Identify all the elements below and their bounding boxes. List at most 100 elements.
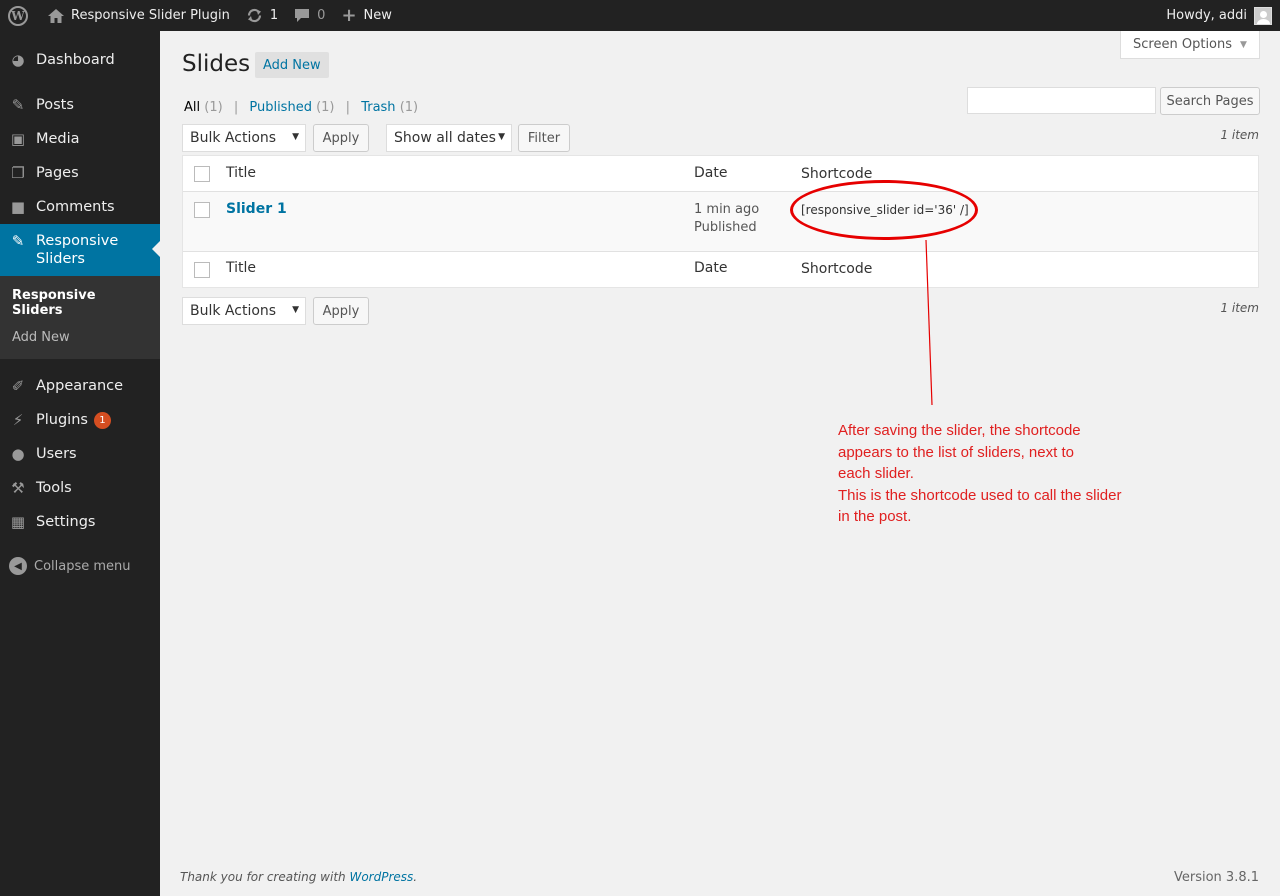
- filter-published-count: (1): [316, 100, 335, 115]
- slide-date: 1 min ago Published: [694, 201, 759, 237]
- filter-all-count: (1): [204, 100, 223, 115]
- plugins-update-badge: 1: [93, 411, 111, 429]
- filter-button[interactable]: Filter: [518, 124, 570, 152]
- updates-menu[interactable]: 1: [238, 0, 286, 31]
- plus-icon: +: [341, 5, 357, 26]
- new-content-menu[interactable]: + New: [333, 0, 399, 31]
- footer-thanks-text: Thank you for creating with: [180, 870, 350, 884]
- wp-logo-menu[interactable]: W: [0, 0, 40, 31]
- sidebar-item-label: Responsive Sliders: [36, 233, 119, 267]
- admin-sidebar: ◕ Dashboard ✎ Posts ▣ Media ❐ Pages ■ Co…: [0, 31, 160, 896]
- column-footer-date[interactable]: Date: [694, 260, 727, 276]
- users-icon: ●: [11, 445, 25, 463]
- annotation-ellipse: [790, 180, 978, 240]
- sidebar-item-label: Appearance: [36, 378, 124, 394]
- screen-options-label: Screen Options: [1133, 37, 1233, 52]
- collapse-menu-button[interactable]: ◀ Collapse menu: [0, 549, 160, 583]
- sidebar-item-label: Posts: [36, 97, 74, 113]
- sidebar-submenu: Responsive Sliders Add New: [0, 276, 160, 359]
- column-header-date[interactable]: Date: [694, 165, 727, 181]
- footer-wordpress-link[interactable]: WordPress: [349, 870, 413, 884]
- sidebar-item-tools[interactable]: ⚒ Tools: [0, 471, 160, 505]
- annotation-text: After saving the slider, the shortcode a…: [838, 422, 1122, 525]
- collapse-menu-label: Collapse menu: [34, 558, 131, 574]
- collapse-arrow-icon: ◀: [9, 557, 27, 575]
- sidebar-item-label: Pages: [36, 165, 79, 181]
- sidebar-item-responsive-sliders[interactable]: ✎ Responsive Sliders: [0, 224, 160, 276]
- apply-button-top[interactable]: Apply: [313, 124, 369, 152]
- comment-icon: ■: [10, 198, 26, 216]
- select-all-checkbox-footer[interactable]: [194, 262, 210, 278]
- howdy-label: Howdy, addi: [1166, 8, 1247, 23]
- column-header-title[interactable]: Title: [226, 165, 256, 181]
- sidebar-item-label: Settings: [36, 514, 96, 530]
- bulk-actions-value: Bulk Actions: [190, 130, 277, 146]
- filter-published-link[interactable]: Published: [249, 100, 312, 115]
- items-count-top: 1 item: [1220, 128, 1259, 142]
- footer-version: Version 3.8.1: [1173, 870, 1259, 885]
- dropdown-arrow-icon: ▼: [292, 305, 299, 315]
- filter-all-link[interactable]: All: [184, 100, 200, 115]
- footer-thanks: Thank you for creating with WordPress.: [180, 870, 417, 884]
- home-icon: [48, 8, 64, 23]
- items-count-bottom: 1 item: [1220, 301, 1259, 315]
- sidebar-item-label: Media: [36, 131, 80, 147]
- sidebar-item-dashboard[interactable]: ◕ Dashboard: [0, 43, 160, 77]
- column-footer-shortcode: Shortcode: [801, 261, 873, 277]
- comments-menu[interactable]: 0: [286, 0, 333, 31]
- sidebar-item-plugins[interactable]: ⚡ Plugins 1: [0, 403, 160, 437]
- select-all-checkbox[interactable]: [194, 166, 210, 182]
- comments-count: 0: [317, 8, 326, 23]
- sidebar-item-settings[interactable]: ▦ Settings: [0, 505, 160, 539]
- column-footer-title[interactable]: Title: [226, 260, 256, 276]
- media-icon: ▣: [10, 130, 26, 148]
- plugin-icon: ⚡: [12, 411, 24, 429]
- filter-trash-link[interactable]: Trash: [361, 100, 395, 115]
- search-input[interactable]: [967, 87, 1156, 114]
- row-checkbox[interactable]: [194, 202, 210, 218]
- site-name: Responsive Slider Plugin: [71, 8, 230, 23]
- apply-button-bottom[interactable]: Apply: [313, 297, 369, 325]
- bulk-actions-select-bottom[interactable]: Bulk Actions ▼: [182, 297, 306, 325]
- table-row: Slider 1 1 min ago Published [responsive…: [183, 192, 1258, 252]
- chevron-down-icon: ▼: [1240, 39, 1247, 50]
- pushpin-icon: ✎: [11, 232, 25, 250]
- sidebar-item-comments[interactable]: ■ Comments: [0, 190, 160, 224]
- brush-icon: ✐: [11, 377, 25, 395]
- pages-icon: ❐: [11, 164, 25, 182]
- bulk-actions-select-top[interactable]: Bulk Actions ▼: [182, 124, 306, 152]
- sidebar-item-media[interactable]: ▣ Media: [0, 122, 160, 156]
- dashboard-icon: ◕: [11, 51, 25, 69]
- table-header-row: Title Date Shortcode: [183, 156, 1258, 192]
- submenu-responsive-sliders[interactable]: Responsive Sliders: [0, 282, 160, 324]
- slides-table: Title Date Shortcode Slider 1 1 min ago …: [182, 155, 1259, 288]
- bulk-actions-value: Bulk Actions: [190, 303, 277, 319]
- filter-trash-count: (1): [399, 100, 419, 115]
- search-pages-button[interactable]: Search Pages: [1160, 87, 1260, 115]
- sidebar-item-pages[interactable]: ❐ Pages: [0, 156, 160, 190]
- sidebar-item-label: Tools: [36, 480, 72, 496]
- sidebar-item-label: Comments: [36, 199, 115, 215]
- pushpin-icon: ✎: [11, 96, 25, 114]
- filter-separator: |: [345, 100, 351, 115]
- footer-period: .: [413, 870, 418, 884]
- slide-status: Published: [694, 220, 757, 235]
- screen-options-button[interactable]: Screen Options ▼: [1120, 31, 1260, 59]
- comment-bubble-icon: [294, 8, 310, 23]
- date-filter-value: Show all dates: [394, 130, 496, 146]
- site-name-menu[interactable]: Responsive Slider Plugin: [40, 0, 238, 31]
- dropdown-arrow-icon: ▼: [292, 132, 299, 142]
- updates-icon: [246, 8, 263, 23]
- sidebar-item-users[interactable]: ● Users: [0, 437, 160, 471]
- sidebar-item-posts[interactable]: ✎ Posts: [0, 88, 160, 122]
- submenu-add-new[interactable]: Add New: [0, 324, 160, 351]
- sidebar-item-appearance[interactable]: ✐ Appearance: [0, 369, 160, 403]
- add-new-button[interactable]: Add New: [255, 52, 329, 78]
- my-account-menu[interactable]: Howdy, addi: [1166, 6, 1280, 25]
- updates-count: 1: [269, 8, 279, 23]
- page-title: Slides: [182, 51, 251, 77]
- slide-title-link[interactable]: Slider 1: [226, 201, 287, 217]
- slide-date-value: 1 min ago: [694, 202, 760, 217]
- date-filter-select[interactable]: Show all dates ▼: [386, 124, 512, 152]
- avatar: [1254, 6, 1272, 25]
